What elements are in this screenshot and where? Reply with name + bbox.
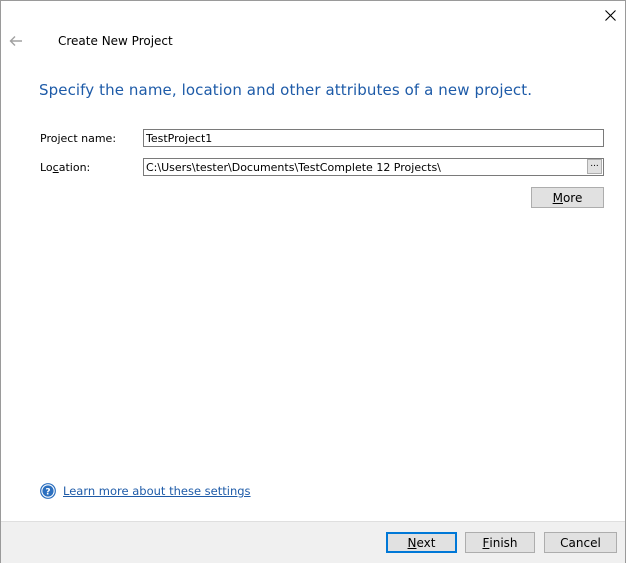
page-heading: Specify the name, location and other att…	[39, 81, 533, 99]
next-button[interactable]: Next	[386, 532, 457, 553]
window-title: Create New Project	[58, 34, 173, 48]
project-name-label: Project name:	[40, 132, 117, 145]
close-icon	[604, 9, 616, 21]
learn-more-link[interactable]: Learn more about these settings	[63, 484, 251, 498]
close-button[interactable]	[599, 5, 621, 25]
back-button[interactable]	[7, 32, 25, 50]
svg-text:?: ?	[45, 488, 50, 498]
browse-button[interactable]: ...	[587, 159, 602, 174]
dialog-footer: Next Finish Cancel	[1, 521, 625, 563]
create-project-dialog: Create New Project Specify the name, loc…	[0, 0, 626, 563]
more-button[interactable]: More	[531, 187, 604, 208]
cancel-button[interactable]: Cancel	[544, 532, 617, 553]
help-icon: ?	[40, 483, 56, 499]
location-label: Location:	[40, 161, 91, 174]
location-input[interactable]: C:\Users\tester\Documents\TestComplete 1…	[143, 158, 604, 176]
back-arrow-icon	[9, 36, 22, 46]
project-name-input[interactable]: TestProject1	[143, 129, 604, 147]
finish-button[interactable]: Finish	[465, 532, 535, 553]
